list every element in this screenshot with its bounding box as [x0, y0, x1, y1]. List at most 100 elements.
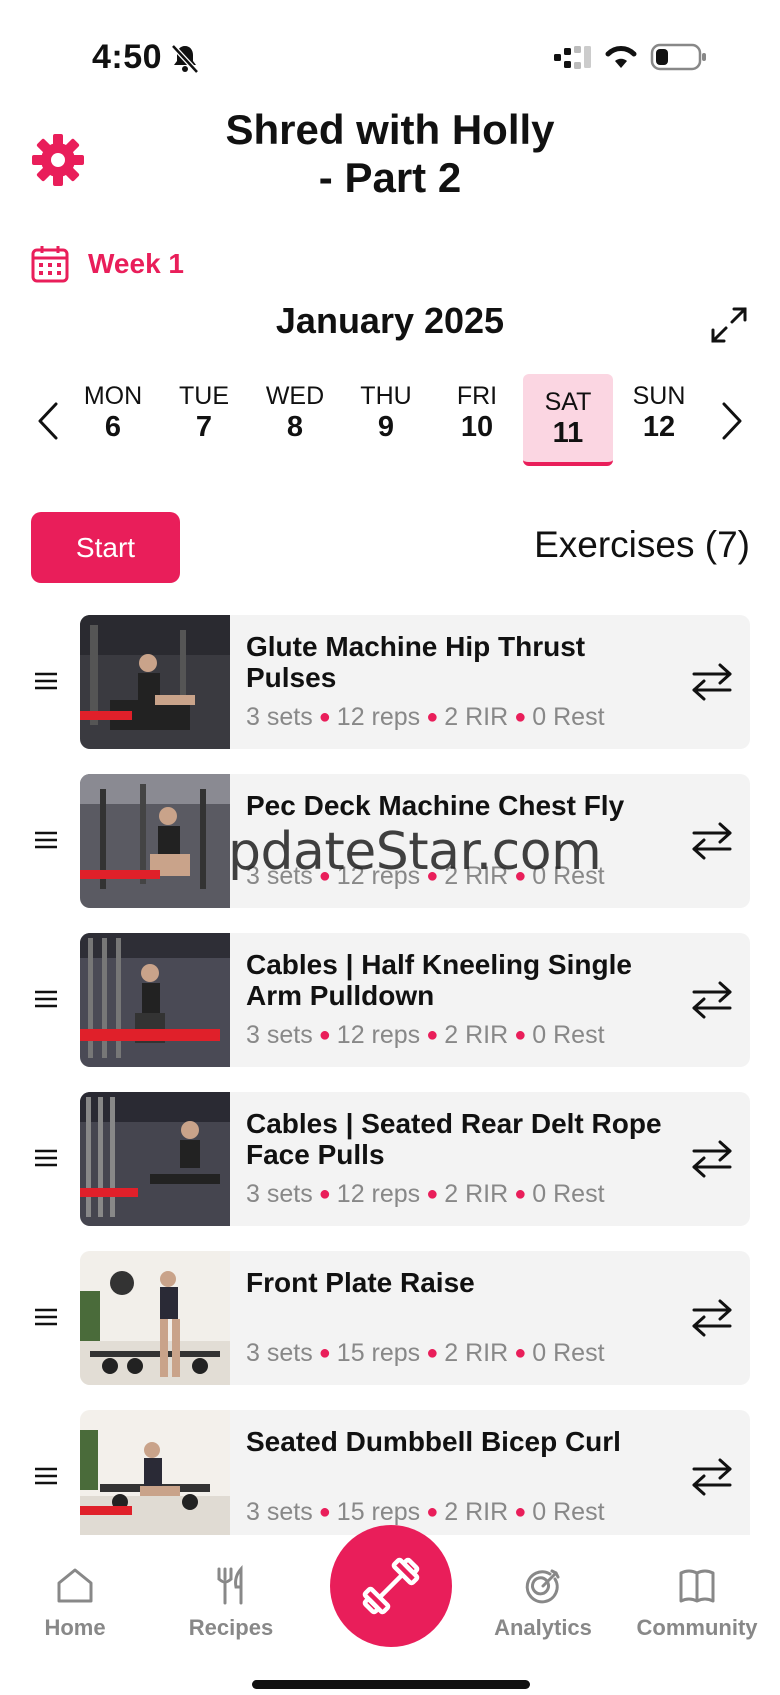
page-title: Shred with Holly - Part 2: [225, 106, 555, 201]
exercise-rir: 2 RIR: [444, 1180, 509, 1208]
exercise-card[interactable]: Seated Dumbbell Bicep Curl 3 sets ● 15 rep…: [80, 1410, 750, 1535]
drag-handle-icon[interactable]: [33, 670, 59, 692]
exercise-sets: 3 sets: [246, 1180, 313, 1208]
exercise-thumbnail: [80, 1410, 230, 1535]
separator-dot: ●: [426, 1024, 439, 1046]
exercise-reps: 12 reps: [336, 703, 421, 731]
exercise-row[interactable]: Front Plate Raise 3 sets ● 15 reps ● 2 RIR ● 0…: [0, 1251, 780, 1385]
exercise-thumbnail: [80, 774, 230, 908]
exercise-name: Glute Machine Hip Thrust Pulses: [246, 631, 586, 693]
exercise-thumbnail: [80, 1092, 230, 1226]
separator-dot: ●: [318, 1183, 331, 1205]
nav-analytics[interactable]: Analytics: [468, 1565, 618, 1641]
swap-icon[interactable]: [690, 660, 734, 704]
exercise-row[interactable]: Pec Deck Machine Chest Fly 3 sets ● 12 rep…: [0, 774, 780, 908]
nav-recipes[interactable]: Recipes: [156, 1565, 306, 1641]
drag-handle-icon[interactable]: [33, 1306, 59, 1328]
month-title: January 2025: [275, 300, 505, 341]
drag-handle-icon[interactable]: [33, 988, 59, 1010]
separator-dot: ●: [514, 1024, 527, 1046]
exercise-card[interactable]: Cables | Half Kneeling Single Arm Pulldo…: [80, 933, 750, 1067]
exercise-row[interactable]: Seated Dumbbell Bicep Curl 3 sets ● 15 rep…: [0, 1410, 780, 1535]
swap-icon[interactable]: [690, 1455, 734, 1499]
exercise-rir: 2 RIR: [444, 1021, 509, 1049]
day-name: TUE: [179, 382, 229, 410]
calendar-icon: [31, 246, 69, 283]
day-name: THU: [360, 382, 412, 410]
day-name: SUN: [632, 382, 686, 410]
separator-dot: ●: [514, 1501, 527, 1523]
exercise-sets: 3 sets: [246, 1498, 313, 1526]
nav-label: Community: [636, 1615, 758, 1640]
nav-community[interactable]: Community: [622, 1565, 772, 1641]
expand-icon[interactable]: [710, 306, 748, 344]
day-wed[interactable]: WED 8: [250, 374, 340, 466]
swap-icon[interactable]: [690, 1137, 734, 1181]
day-sun[interactable]: SUN 12: [614, 374, 704, 466]
exercise-row[interactable]: Cables | Seated Rear Delt Rope Face Pull…: [0, 1092, 780, 1226]
exercise-reps: 12 reps: [336, 1021, 421, 1049]
drag-handle-icon[interactable]: [33, 1465, 59, 1487]
day-number: 12: [642, 411, 676, 443]
nav-label: Recipes: [188, 1615, 274, 1640]
exercise-card[interactable]: Pec Deck Machine Chest Fly 3 sets ● 12 rep…: [80, 774, 750, 908]
status-bar: 4:50: [0, 0, 780, 100]
swap-icon[interactable]: [690, 978, 734, 1022]
day-number: 11: [552, 417, 584, 449]
day-mon[interactable]: MON 6: [68, 374, 158, 466]
separator-dot: ●: [426, 706, 439, 728]
nav-home[interactable]: Home: [0, 1565, 150, 1641]
drag-handle-icon[interactable]: [33, 829, 59, 851]
separator-dot: ●: [318, 1501, 331, 1523]
week-selector[interactable]: Week 1: [30, 242, 184, 286]
target-icon: [525, 1569, 560, 1604]
separator-dot: ●: [514, 1183, 527, 1205]
exercise-rir: 2 RIR: [444, 703, 509, 731]
separator-dot: ●: [514, 706, 527, 728]
day-number: 7: [195, 411, 213, 443]
nav-label: Analytics: [494, 1615, 592, 1640]
exercise-name: Pec Deck Machine Chest Fly: [246, 790, 625, 821]
drag-handle-icon[interactable]: [33, 1147, 59, 1169]
day-thu[interactable]: THU 9: [341, 374, 431, 466]
week-label: Week 1: [88, 248, 184, 279]
exercise-card[interactable]: Cables | Seated Rear Delt Rope Face Pull…: [80, 1092, 750, 1226]
exercise-rest: 0 Rest: [532, 1021, 605, 1049]
swap-icon[interactable]: [690, 1296, 734, 1340]
exercise-row[interactable]: Glute Machine Hip Thrust Pulses 3 sets ● 1…: [0, 615, 780, 749]
separator-dot: ●: [318, 865, 331, 887]
separator-dot: ●: [426, 1183, 439, 1205]
chevron-left-icon[interactable]: [34, 400, 62, 442]
book-icon: [679, 1569, 715, 1603]
day-name: FRI: [456, 382, 498, 410]
exercise-rir: 2 RIR: [444, 862, 509, 890]
exercise-reps: 12 reps: [336, 862, 421, 890]
day-sat-selected[interactable]: SAT 11: [523, 374, 613, 466]
day-name: WED: [265, 382, 325, 410]
exercise-row[interactable]: Cables | Half Kneeling Single Arm Pulldo…: [0, 933, 780, 1067]
exercise-name: Cables | Half Kneeling Single Arm Pulldo…: [246, 949, 632, 1011]
exercise-card[interactable]: Glute Machine Hip Thrust Pulses 3 sets ● 1…: [80, 615, 750, 749]
day-tue[interactable]: TUE 7: [159, 374, 249, 466]
swap-icon[interactable]: [690, 819, 734, 863]
day-number: 9: [377, 411, 395, 443]
exercise-name: Seated Dumbbell Bicep Curl: [246, 1426, 621, 1457]
exercise-thumbnail: [80, 615, 230, 749]
exercise-list[interactable]: Glute Machine Hip Thrust Pulses 3 sets ● 1…: [0, 615, 780, 1535]
exercise-sets: 3 sets: [246, 1021, 313, 1049]
start-button[interactable]: Start: [31, 512, 180, 583]
status-time: 4:50: [92, 38, 163, 76]
separator-dot: ●: [426, 1342, 439, 1364]
chevron-right-icon[interactable]: [718, 400, 746, 442]
day-fri[interactable]: FRI 10: [432, 374, 522, 466]
exercise-meta: 3 sets ● 15 reps ● 2 RIR ● 0 Rest: [246, 1339, 605, 1368]
gear-icon[interactable]: [30, 132, 86, 188]
separator-dot: ●: [318, 1024, 331, 1046]
workout-fab[interactable]: [330, 1525, 452, 1647]
exercise-thumbnail: [80, 933, 230, 1067]
exercise-sets: 3 sets: [246, 1339, 313, 1367]
exercise-card[interactable]: Front Plate Raise 3 sets ● 15 reps ● 2 RIR ● 0…: [80, 1251, 750, 1385]
exercise-meta: 3 sets ● 12 reps ● 2 RIR ● 0 Rest: [246, 1021, 605, 1050]
exercise-sets: 3 sets: [246, 703, 313, 731]
exercise-reps: 15 reps: [336, 1498, 421, 1526]
